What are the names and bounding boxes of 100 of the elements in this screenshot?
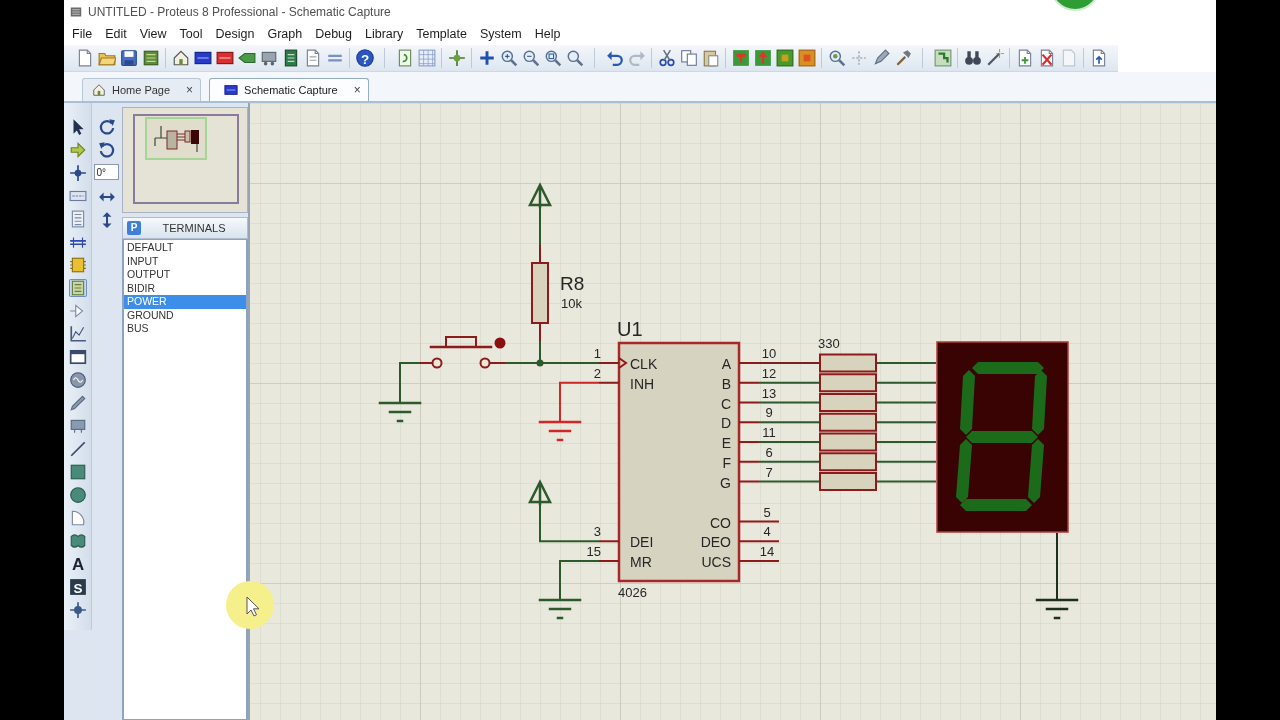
binoculars-icon[interactable] [964, 49, 982, 67]
circle-icon[interactable] [68, 486, 87, 504]
pin-name: E [721, 435, 731, 451]
pencil-icon[interactable] [872, 49, 890, 67]
symbol-icon[interactable]: S [68, 578, 87, 596]
wire [758, 421, 820, 424]
magnifier-icon[interactable] [566, 49, 584, 67]
pin-name: C [720, 395, 731, 412]
chip-pin [599, 381, 619, 384]
menu-item[interactable]: Help [534, 24, 561, 44]
resistor [819, 393, 877, 412]
viewport-frame[interactable] [145, 117, 207, 160]
menu-item[interactable]: Edit [105, 24, 127, 44]
chip-pin [739, 520, 779, 523]
menu-item[interactable]: Graph [267, 24, 303, 44]
circuit-board-icon[interactable] [142, 49, 160, 67]
zoom-in-icon[interactable] [500, 49, 518, 67]
document-icon[interactable] [282, 49, 300, 67]
text-icon[interactable]: A [68, 555, 87, 573]
undo-icon[interactable] [606, 49, 624, 67]
page-icon[interactable] [304, 49, 322, 67]
menu-item[interactable]: System [480, 24, 522, 44]
pick-button[interactable]: P [127, 221, 141, 235]
crosshair-icon[interactable] [448, 49, 466, 67]
chip-pin [599, 357, 628, 369]
close-button[interactable]: × [353, 84, 361, 96]
tab[interactable]: Home Page × [82, 78, 202, 101]
panel-title: TERMINALS [161, 220, 227, 236]
pin-name: MR [630, 554, 652, 570]
angle-field[interactable]: 0° [93, 164, 119, 180]
tile-icon[interactable] [194, 49, 212, 67]
list-item[interactable]: GROUND [124, 308, 246, 322]
component-reference: U1 [617, 318, 643, 340]
menu-item[interactable]: View [139, 24, 167, 44]
component-value: 330 [818, 336, 840, 351]
zoom-out-icon[interactable] [522, 49, 540, 67]
pin-number: 3 [593, 524, 601, 540]
list-item[interactable]: BUS [124, 322, 246, 336]
line-icon[interactable] [68, 440, 87, 458]
dotted-cross-icon[interactable] [850, 49, 868, 67]
graph-icon[interactable] [68, 325, 87, 343]
meter-icon[interactable] [68, 417, 87, 435]
page-icon[interactable] [76, 49, 94, 67]
path-icon[interactable] [68, 532, 87, 550]
wire [539, 503, 600, 543]
add-page-icon[interactable] [1016, 49, 1034, 67]
power-terminal [527, 479, 553, 506]
scissors-icon[interactable] [658, 49, 676, 67]
refresh-page-icon[interactable] [396, 49, 414, 67]
tab[interactable]: Schematic Capture × [209, 78, 369, 101]
delete-page-icon[interactable] [1038, 49, 1056, 67]
ground-symbol [1035, 598, 1079, 620]
wire [399, 362, 421, 404]
probe-icon[interactable] [68, 394, 87, 412]
crosshair-dot-icon[interactable] [68, 164, 87, 182]
menu-item[interactable]: Library [365, 24, 404, 44]
magnifier-icon[interactable] [828, 49, 846, 67]
generator-icon[interactable] [68, 371, 87, 389]
arrow-icon[interactable] [68, 141, 87, 159]
window-icon[interactable] [68, 348, 87, 366]
list-item[interactable]: OUTPUT [124, 268, 246, 282]
cart-icon[interactable] [260, 49, 278, 67]
copy-icon[interactable] [680, 49, 698, 67]
route-icon[interactable] [934, 49, 952, 67]
part-number: 4026 [618, 585, 647, 600]
tile-icon[interactable] [216, 49, 234, 67]
block-icon[interactable] [754, 49, 772, 67]
plus-icon[interactable] [478, 49, 496, 67]
menu-item[interactable]: File [72, 24, 93, 44]
hammer-icon[interactable] [894, 49, 912, 67]
list-item[interactable]: DEFAULT [124, 241, 246, 255]
wand-icon[interactable] [986, 49, 1004, 67]
pin-name: CLK [630, 356, 658, 372]
rotate-counterclockwise-icon[interactable] [98, 141, 116, 159]
wire [758, 401, 820, 404]
help-icon[interactable]: ? [356, 49, 374, 67]
list-item[interactable]: INPUT [124, 254, 246, 268]
menu-item[interactable]: Debug [315, 24, 353, 44]
wire [876, 381, 937, 384]
house-icon[interactable] [172, 49, 190, 67]
list-item[interactable]: BIDIR [124, 281, 246, 295]
terminal-icon[interactable] [68, 279, 87, 297]
menu-item[interactable]: Tool [179, 24, 203, 44]
page-arrow-icon[interactable] [1090, 49, 1108, 67]
subcircuit-icon[interactable] [68, 256, 87, 274]
menu-item[interactable]: Design [215, 24, 255, 44]
house-icon [92, 83, 106, 97]
square-icon[interactable] [68, 463, 87, 481]
zoom-fit-icon[interactable] [544, 49, 562, 67]
pin-name: G [720, 474, 731, 491]
wire [758, 381, 820, 384]
paste-icon[interactable] [702, 49, 720, 67]
menu-item[interactable]: Template [416, 24, 467, 44]
marker-icon[interactable] [68, 601, 87, 619]
block-icon[interactable] [732, 49, 750, 67]
block-icon[interactable] [776, 49, 794, 67]
pin-number: 12 [761, 365, 777, 381]
chip-pin [739, 540, 779, 543]
close-button[interactable]: × [186, 84, 194, 96]
rotate-clockwise-icon[interactable] [98, 118, 116, 136]
